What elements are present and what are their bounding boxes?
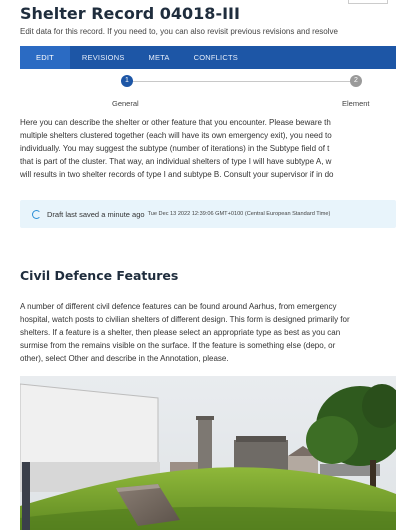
loading-spinner-icon (32, 209, 41, 219)
intro-line: Here you can describe the shelter or oth… (20, 118, 331, 127)
intro-instructions: Here you can describe the shelter or oth… (20, 116, 396, 181)
tab-conflicts[interactable]: CONFLICTS (182, 46, 250, 69)
section-line: surmise from the remains visible on the … (20, 341, 336, 350)
step-element-indicator[interactable]: 2 (350, 75, 362, 87)
section-line: hospital, watch posts to civilian shelte… (20, 315, 350, 324)
draft-timestamp: Tue Dec 13 2022 12:39:06 GMT+0100 (Centr… (147, 211, 331, 217)
section-description: A number of different civil defence feat… (20, 300, 396, 365)
draft-status-banner: Draft last saved a minute ago Tue Dec 13… (20, 200, 396, 228)
step-element-label: Element (342, 99, 370, 108)
record-tab-bar: EDIT REVISIONS META CONFLICTS (20, 46, 396, 69)
section-line: A number of different civil defence feat… (20, 302, 337, 311)
draft-status-text: Draft last saved a minute ago (47, 209, 145, 219)
intro-line: that is part of the cluster. That way, a… (20, 157, 332, 166)
step-general-indicator[interactable]: 1 (121, 75, 133, 87)
section-line: other), select Other and describe in the… (20, 354, 229, 363)
section-heading: Civil Defence Features (20, 268, 179, 283)
page-subtitle: Edit data for this record. If you need t… (20, 27, 338, 36)
tab-revisions[interactable]: REVISIONS (70, 46, 137, 69)
form-stepper: 1 2 General Element (20, 72, 396, 112)
intro-line: individually. You may suggest the subtyp… (20, 144, 330, 153)
step-general-label: General (112, 99, 139, 108)
section-line: shelters. If a feature is a shelter, the… (20, 328, 341, 337)
tab-edit[interactable]: EDIT (20, 46, 70, 69)
page-title: Shelter Record 04018-III (20, 4, 240, 23)
intro-line: will results in two shelter records of t… (20, 170, 334, 179)
intro-line: multiple shelters clustered together (ea… (20, 131, 332, 140)
tab-meta[interactable]: META (137, 46, 182, 69)
top-right-control-edge (348, 0, 388, 4)
stepper-connector (127, 81, 352, 82)
shelter-photo (20, 376, 396, 530)
